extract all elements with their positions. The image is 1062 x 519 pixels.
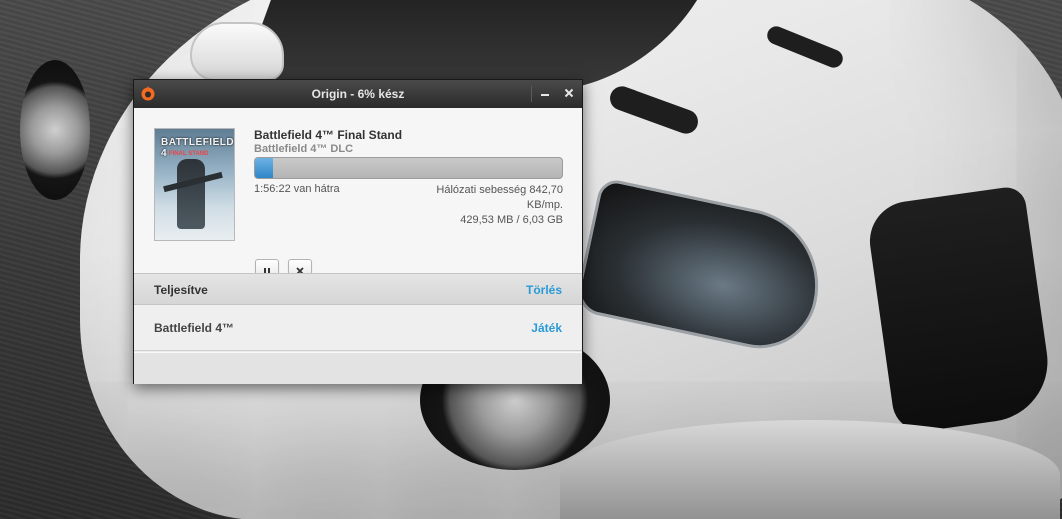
game-title: Battlefield 4™ Final Stand bbox=[254, 128, 403, 142]
game-subtitle: Battlefield 4™ DLC bbox=[254, 143, 354, 155]
completed-game-title: Battlefield 4™ bbox=[154, 321, 235, 335]
boxart-subtitle: FINAL STAND bbox=[169, 151, 209, 157]
completed-section-label: Teljesítve bbox=[154, 283, 208, 297]
list-item: Battlefield 4™ Játék bbox=[134, 305, 582, 351]
play-game-link[interactable]: Játék bbox=[531, 321, 562, 335]
download-progress-fill bbox=[255, 158, 274, 178]
boxart-soldier bbox=[177, 159, 205, 229]
titlebar-divider bbox=[531, 86, 532, 102]
download-progress-bar bbox=[254, 157, 563, 179]
network-speed: Hálózati sebesség 842,70 bbox=[436, 184, 563, 196]
car-mirror bbox=[190, 22, 284, 81]
game-boxart: BATTLEFIELD 4 FINAL STAND bbox=[154, 128, 235, 241]
car-wheel-rear bbox=[20, 60, 90, 200]
download-stats: Hálózati sebesség 842,70 KB/mp. 429,53 M… bbox=[404, 183, 563, 228]
window-title: Origin - 6% kész bbox=[311, 87, 405, 101]
car-bumper bbox=[560, 420, 1060, 519]
clear-completed-link[interactable]: Törlés bbox=[526, 283, 562, 297]
minimize-icon bbox=[541, 94, 549, 96]
titlebar[interactable]: Origin - 6% kész bbox=[134, 80, 582, 108]
window-footer bbox=[134, 352, 582, 384]
download-size: 429,53 MB / 6,03 GB bbox=[460, 214, 563, 226]
close-icon bbox=[564, 88, 574, 98]
completed-section-header: Teljesítve Törlés bbox=[134, 273, 582, 305]
close-button[interactable] bbox=[560, 84, 578, 102]
network-speed-unit: KB/mp. bbox=[526, 199, 563, 211]
download-panel: BATTLEFIELD 4 FINAL STAND Battlefield 4™… bbox=[134, 108, 582, 283]
origin-download-window: Origin - 6% kész BATTLEFIELD 4 FINAL STA… bbox=[133, 79, 583, 384]
car-grille bbox=[864, 184, 1056, 436]
time-remaining: 1:56:22 van hátra bbox=[254, 183, 340, 195]
minimize-button[interactable] bbox=[536, 84, 554, 102]
